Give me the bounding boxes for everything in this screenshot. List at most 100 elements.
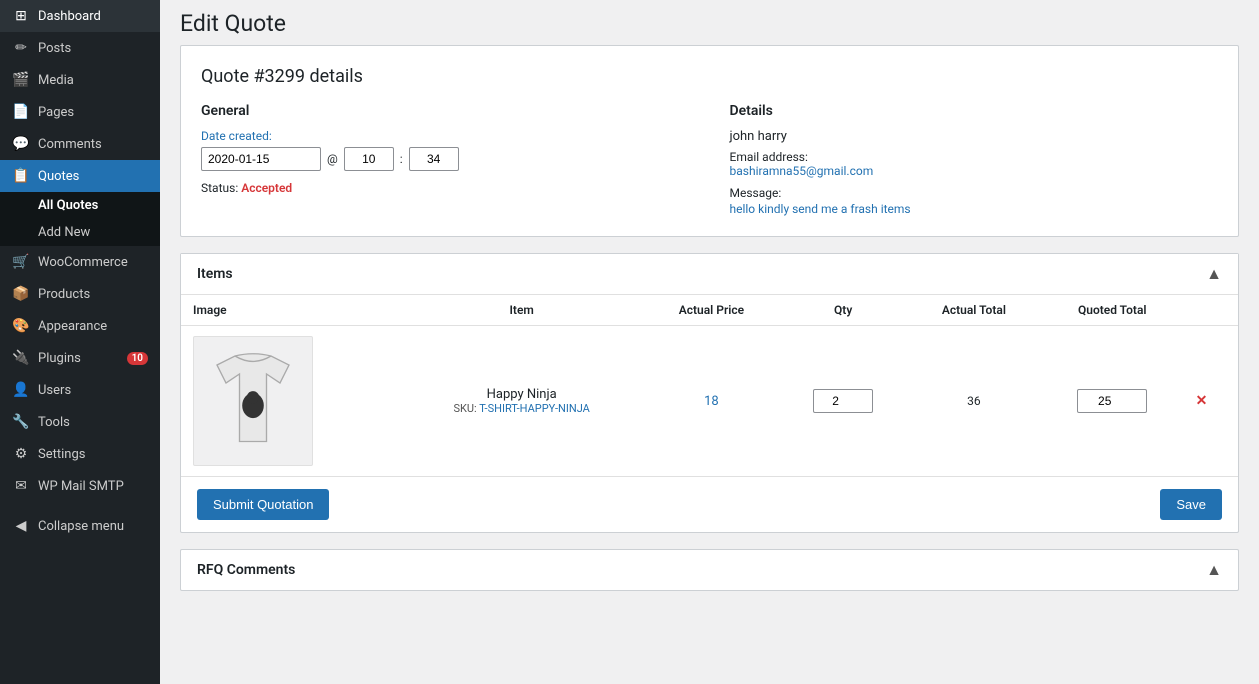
details-section-title: Details: [730, 103, 1219, 119]
sidebar-item-label: Settings: [38, 447, 148, 462]
sidebar-item-media[interactable]: 🎬 Media: [0, 64, 160, 96]
sidebar-item-plugins[interactable]: 🔌 Plugins 10: [0, 342, 160, 374]
sidebar-item-label: Media: [38, 73, 148, 88]
col-remove: [1184, 295, 1238, 326]
qty-cell: [779, 326, 907, 477]
status-line: Status: Accepted: [201, 181, 690, 195]
quoted-total-cell: [1041, 326, 1184, 477]
product-image: [193, 336, 313, 466]
comments-icon: 💬: [12, 136, 30, 152]
col-actual-total: Actual Total: [907, 295, 1041, 326]
sidebar: ⊞ Dashboard ✏ Posts 🎬 Media 📄 Pages 💬 Co…: [0, 0, 160, 684]
pages-icon: 📄: [12, 104, 30, 120]
dashboard-icon: ⊞: [12, 8, 30, 24]
sidebar-item-comments[interactable]: 💬 Comments: [0, 128, 160, 160]
items-table: Image Item Actual Price Qty Actual Total…: [181, 295, 1238, 476]
sidebar-item-label: Quotes: [38, 169, 148, 184]
sidebar-item-label: WP Mail SMTP: [38, 479, 148, 494]
details-section: Details john harry Email address: bashir…: [730, 103, 1219, 216]
date-input[interactable]: [201, 147, 321, 171]
items-footer: Submit Quotation Save: [181, 476, 1238, 532]
sidebar-item-appearance[interactable]: 🎨 Appearance: [0, 310, 160, 342]
sidebar-item-quotes[interactable]: 📋 Quotes: [0, 160, 160, 192]
time-minute-input[interactable]: [409, 147, 459, 171]
product-image-cell: [181, 326, 400, 477]
items-section-title: Items: [197, 266, 233, 282]
message-value: hello kindly send me a frash items: [730, 202, 1219, 216]
sidebar-item-wp-mail-smtp[interactable]: ✉ WP Mail SMTP: [0, 470, 160, 502]
status-prefix: Status:: [201, 181, 238, 195]
email-label: Email address:: [730, 150, 1219, 164]
submenu-add-new[interactable]: Add New: [0, 219, 160, 246]
collapse-menu-button[interactable]: ◀ Collapse menu: [0, 510, 160, 542]
sidebar-item-label: Plugins: [38, 351, 119, 366]
page-header: Edit Quote: [160, 0, 1259, 45]
col-qty: Qty: [779, 295, 907, 326]
sidebar-item-label: Posts: [38, 41, 148, 56]
at-separator: @: [327, 152, 338, 166]
mail-icon: ✉: [12, 478, 30, 494]
email-value[interactable]: bashiramna55@gmail.com: [730, 164, 1219, 178]
sidebar-item-woocommerce[interactable]: 🛒 WooCommerce: [0, 246, 160, 278]
sidebar-item-dashboard[interactable]: ⊞ Dashboard: [0, 0, 160, 32]
woocommerce-icon: 🛒: [12, 254, 30, 270]
general-section: General Date created: @ : Status: Accept…: [201, 103, 690, 216]
remove-cell: ✕: [1184, 326, 1238, 477]
sidebar-item-posts[interactable]: ✏ Posts: [0, 32, 160, 64]
appearance-icon: 🎨: [12, 318, 30, 334]
sidebar-item-label: Pages: [38, 105, 148, 120]
settings-icon: ⚙: [12, 446, 30, 462]
users-icon: 👤: [12, 382, 30, 398]
sidebar-item-pages[interactable]: 📄 Pages: [0, 96, 160, 128]
general-section-title: General: [201, 103, 690, 119]
save-button[interactable]: Save: [1160, 489, 1222, 520]
sku-value: T-SHIRT-HAPPY-NINJA: [479, 402, 590, 415]
actual-price-cell: 18: [644, 326, 780, 477]
sidebar-item-products[interactable]: 📦 Products: [0, 278, 160, 310]
media-icon: 🎬: [12, 72, 30, 88]
sidebar-item-label: Tools: [38, 415, 148, 430]
sidebar-item-label: Comments: [38, 137, 148, 152]
remove-row-button[interactable]: ✕: [1196, 393, 1208, 409]
quoted-total-input[interactable]: [1077, 389, 1147, 413]
actual-price: 18: [704, 394, 719, 409]
rfq-collapse-icon[interactable]: ▲: [1206, 560, 1222, 580]
table-row: Happy Ninja SKU: T-SHIRT-HAPPY-NINJA 18 …: [181, 326, 1238, 477]
time-hour-input[interactable]: [344, 147, 394, 171]
items-collapse-icon[interactable]: ▲: [1206, 264, 1222, 284]
message-label: Message:: [730, 186, 1219, 200]
rfq-comments-card: RFQ Comments ▲: [180, 549, 1239, 591]
submenu-all-quotes[interactable]: All Quotes: [0, 192, 160, 219]
quote-details-card: Quote #3299 details General Date created…: [180, 45, 1239, 237]
submit-quotation-button[interactable]: Submit Quotation: [197, 489, 329, 520]
rfq-header: RFQ Comments ▲: [181, 550, 1238, 590]
rfq-title: RFQ Comments: [197, 562, 295, 578]
tools-icon: 🔧: [12, 414, 30, 430]
sidebar-item-tools[interactable]: 🔧 Tools: [0, 406, 160, 438]
actual-total: 36: [967, 394, 981, 408]
card-body: Quote #3299 details General Date created…: [181, 46, 1238, 236]
qty-input[interactable]: [813, 389, 873, 413]
two-column-layout: General Date created: @ : Status: Accept…: [201, 103, 1218, 216]
colon-separator: :: [400, 152, 403, 166]
col-quoted-total: Quoted Total: [1041, 295, 1184, 326]
collapse-menu-label: Collapse menu: [38, 519, 148, 534]
date-row: @ :: [201, 147, 690, 171]
customer-name: john harry: [730, 129, 1219, 144]
items-card: Items ▲ Image Item Actual Price Qty Actu…: [180, 253, 1239, 533]
sidebar-item-label: Products: [38, 287, 148, 302]
products-icon: 📦: [12, 286, 30, 302]
product-name-cell: Happy Ninja SKU: T-SHIRT-HAPPY-NINJA: [400, 326, 644, 477]
sidebar-item-users[interactable]: 👤 Users: [0, 374, 160, 406]
item-sku: SKU: T-SHIRT-HAPPY-NINJA: [412, 402, 632, 415]
quotes-submenu: All Quotes Add New: [0, 192, 160, 246]
plugins-badge: 10: [127, 352, 148, 365]
sidebar-item-label: WooCommerce: [38, 255, 148, 270]
col-image: Image: [181, 295, 400, 326]
sidebar-item-label: Users: [38, 383, 148, 398]
sidebar-item-label: Appearance: [38, 319, 148, 334]
col-item: Item: [400, 295, 644, 326]
sidebar-item-settings[interactable]: ⚙ Settings: [0, 438, 160, 470]
sku-label: SKU:: [453, 402, 476, 415]
col-actual-price: Actual Price: [644, 295, 780, 326]
